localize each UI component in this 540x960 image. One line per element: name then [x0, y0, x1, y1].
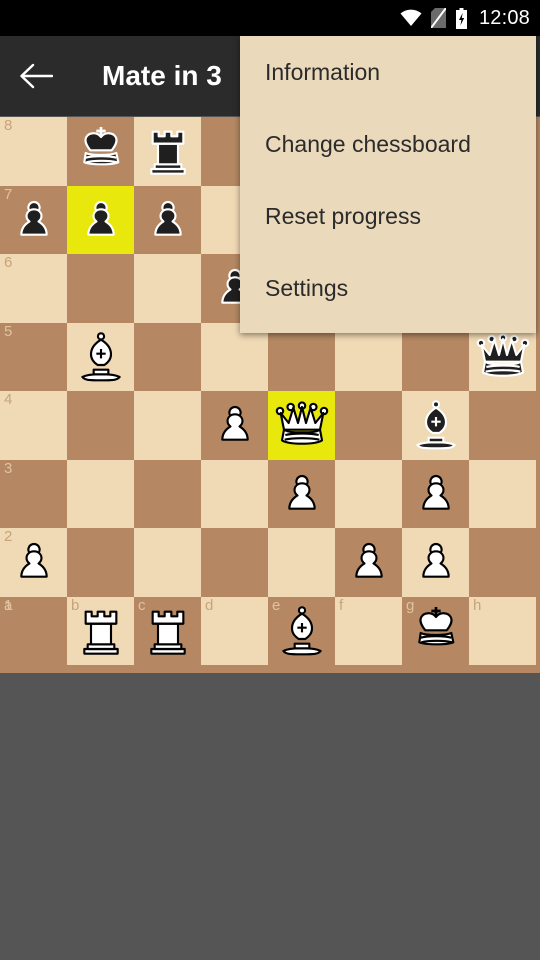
- piece-black-rook-c8[interactable]: [134, 117, 201, 186]
- piece-white-king-g1[interactable]: [402, 597, 469, 666]
- board-square-f4[interactable]: [335, 391, 402, 460]
- board-square-c8[interactable]: [134, 117, 201, 186]
- piece-white-pawn-g3[interactable]: [402, 460, 469, 529]
- board-square-g4[interactable]: [402, 391, 469, 460]
- back-arrow-icon: [20, 63, 53, 89]
- piece-white-bishop-e1[interactable]: [268, 597, 335, 666]
- piece-white-pawn-g2[interactable]: [402, 528, 469, 597]
- board-square-c2[interactable]: [134, 528, 201, 597]
- board-square-a7[interactable]: 7: [0, 185, 67, 255]
- piece-white-pawn-a2[interactable]: [0, 528, 67, 597]
- board-square-d3[interactable]: [201, 459, 268, 528]
- board-square-a2[interactable]: 2: [0, 528, 67, 597]
- board-square-e4[interactable]: [268, 391, 335, 460]
- board-square-c3[interactable]: [134, 459, 201, 528]
- rank-label-6: 6: [4, 254, 13, 271]
- piece-white-rook-c1[interactable]: [134, 597, 201, 666]
- board-square-b6[interactable]: [67, 254, 134, 323]
- menu-item-reset-progress[interactable]: Reset progress: [240, 180, 536, 252]
- piece-black-pawn-a7[interactable]: [0, 186, 67, 255]
- file-label-d: d: [205, 596, 214, 614]
- page-title: Mate in 3: [102, 60, 222, 91]
- piece-black-pawn-b7[interactable]: [67, 186, 134, 255]
- board-square-c4[interactable]: [134, 391, 201, 460]
- board-square-b8[interactable]: [67, 117, 134, 186]
- back-button[interactable]: [0, 36, 72, 116]
- rank-label-3: 3: [4, 459, 13, 477]
- rank-label-1: 1: [4, 596, 13, 614]
- menu-item-label: Settings: [265, 274, 349, 301]
- menu-item-change-chessboard[interactable]: Change chessboard: [240, 108, 536, 180]
- board-square-f3[interactable]: [335, 459, 402, 528]
- menu-item-information[interactable]: Information: [240, 36, 536, 108]
- board-square-h3[interactable]: [469, 459, 536, 528]
- board-bottom-edge: [0, 665, 540, 673]
- board-square-c6[interactable]: [134, 254, 201, 323]
- board-square-d2[interactable]: [201, 528, 268, 597]
- menu-item-settings[interactable]: Settings: [240, 252, 536, 324]
- board-square-b3[interactable]: [67, 459, 134, 528]
- status-panel: 0 White to move Position 1 1 hint: [0, 673, 540, 960]
- menu-item-label: Information: [265, 58, 381, 85]
- battery-charging-icon: [455, 7, 468, 29]
- rank-label-4: 4: [4, 391, 13, 408]
- piece-white-pawn-e3[interactable]: [268, 460, 335, 529]
- app-screen: 12:08 Mate in 3 87654321abcdefgh 0 White…: [0, 0, 540, 960]
- board-square-a1[interactable]: 1a: [0, 596, 67, 665]
- rank-label-5: 5: [4, 322, 13, 340]
- board-square-f2[interactable]: [335, 528, 402, 597]
- system-status-bar: 12:08: [0, 0, 540, 36]
- board-square-c7[interactable]: [134, 185, 201, 255]
- board-square-e3[interactable]: [268, 459, 335, 529]
- board-square-e2[interactable]: [268, 528, 335, 597]
- board-right-edge: [536, 117, 540, 665]
- board-square-a4[interactable]: 4: [0, 391, 67, 460]
- board-square-h4[interactable]: [469, 391, 536, 460]
- board-square-c1[interactable]: c: [134, 596, 201, 666]
- piece-white-bishop-b5[interactable]: [67, 323, 134, 392]
- board-square-h2[interactable]: [469, 528, 536, 597]
- board-square-d4[interactable]: [201, 391, 268, 460]
- board-square-b5[interactable]: [67, 322, 134, 392]
- board-square-c5[interactable]: [134, 322, 201, 391]
- board-square-d1[interactable]: d: [201, 596, 268, 665]
- board-square-b7[interactable]: [67, 185, 134, 255]
- piece-white-queen-e4[interactable]: [268, 391, 335, 460]
- piece-black-pawn-c7[interactable]: [134, 186, 201, 255]
- piece-white-pawn-f2[interactable]: [335, 528, 402, 597]
- board-square-b1[interactable]: b: [67, 596, 134, 666]
- wifi-icon: [400, 9, 422, 27]
- menu-item-label: Change chessboard: [265, 130, 471, 157]
- board-square-b4[interactable]: [67, 391, 134, 460]
- piece-black-bishop-g4[interactable]: [402, 391, 469, 460]
- rank-label-8: 8: [4, 117, 13, 134]
- piece-white-pawn-d4[interactable]: [201, 391, 268, 460]
- clock-label: 12:08: [478, 6, 530, 29]
- file-label-h: h: [473, 596, 482, 614]
- board-square-g3[interactable]: [402, 459, 469, 529]
- board-square-e1[interactable]: e: [268, 596, 335, 666]
- board-square-a3[interactable]: 3: [0, 459, 67, 528]
- board-square-a6[interactable]: 6: [0, 254, 67, 323]
- menu-item-label: Reset progress: [265, 202, 421, 229]
- file-label-f: f: [339, 596, 344, 614]
- board-square-a5[interactable]: 5: [0, 322, 67, 391]
- board-square-a8[interactable]: 8: [0, 117, 67, 186]
- board-square-g1[interactable]: g: [402, 596, 469, 666]
- overflow-menu[interactable]: Information Change chessboard Reset progre…: [240, 36, 536, 333]
- board-square-b2[interactable]: [67, 528, 134, 597]
- piece-black-king-b8[interactable]: [67, 117, 134, 186]
- board-square-f1[interactable]: f: [335, 596, 402, 665]
- board-square-g2[interactable]: [402, 528, 469, 597]
- no-sim-card-icon: [430, 8, 446, 28]
- file-label-a: a: [4, 596, 13, 614]
- piece-white-rook-b1[interactable]: [67, 597, 134, 666]
- board-square-h1[interactable]: h: [469, 596, 536, 665]
